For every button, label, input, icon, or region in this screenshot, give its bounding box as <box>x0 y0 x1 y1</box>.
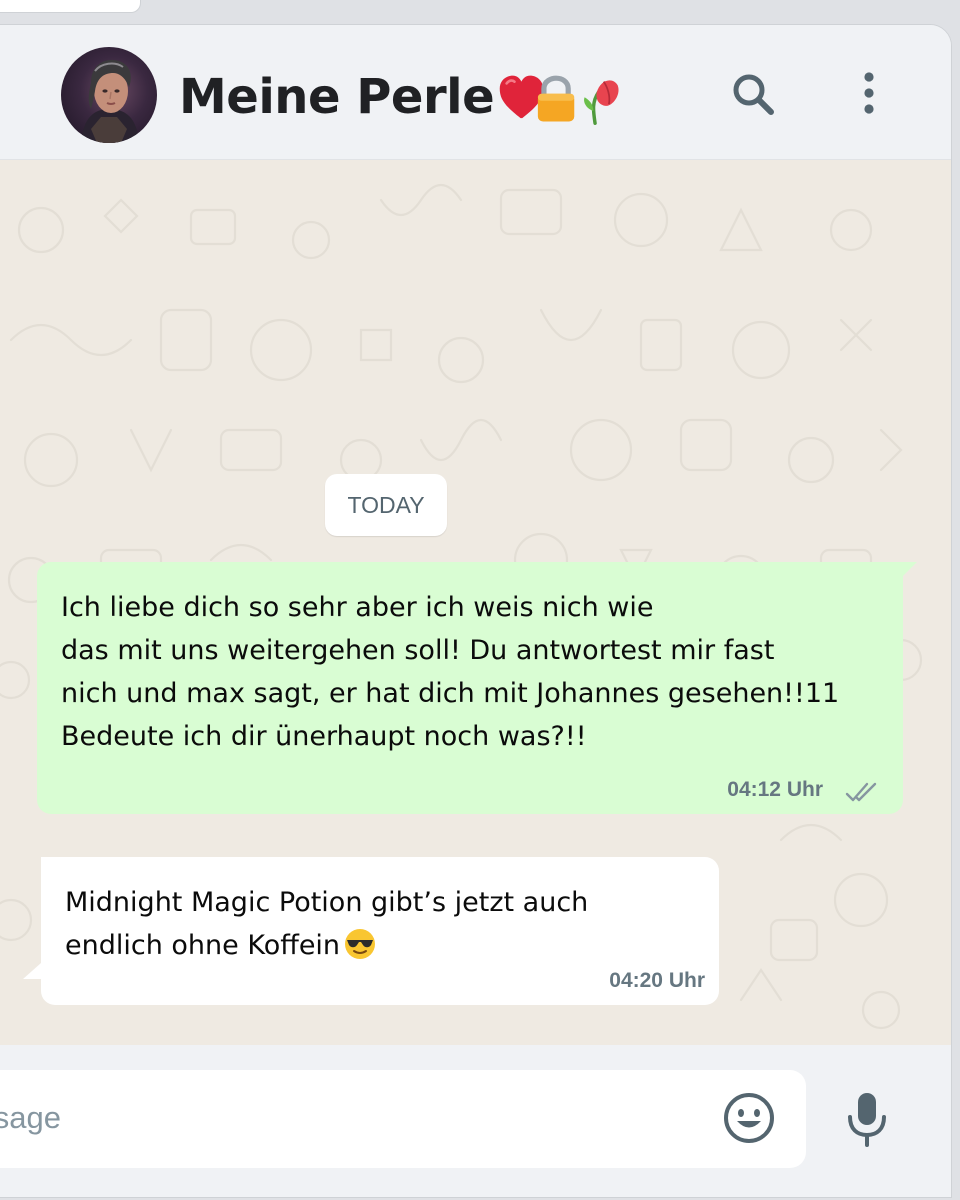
name-emojis <box>499 75 619 125</box>
browser-tab-edge <box>0 0 141 13</box>
outgoing-message[interactable]: Ich liebe dich so sehr aber ich weis nic… <box>37 562 917 814</box>
locked-padlock-icon <box>537 75 575 122</box>
message-line: das mit uns weitergehen soll! Du antwort… <box>61 635 775 666</box>
message-line: Bedeute ich dir ünerhaupt noch was?!! <box>61 721 587 752</box>
emoji-icon[interactable] <box>721 1090 777 1146</box>
message-time: 04:20 Uhr <box>609 969 705 992</box>
message-line: Midnight Magic Potion gibt’s jetzt auch <box>65 887 589 918</box>
date-separator: TODAY <box>325 474 447 536</box>
double-check-icon <box>845 782 877 802</box>
chat-window: Meine Perle TODAY Ich liebe dich so sehr… <box>0 24 952 1198</box>
smiling-face-with-sunglasses-icon <box>345 929 376 959</box>
microphone-icon[interactable] <box>843 1089 891 1149</box>
incoming-message[interactable]: Midnight Magic Potion gibt’s jetzt auch … <box>23 857 719 1005</box>
contact-name[interactable]: Meine Perle <box>179 65 495 129</box>
message-line: Ich liebe dich so sehr aber ich weis nic… <box>61 592 654 623</box>
chat-header: Meine Perle <box>0 25 951 160</box>
message-line: nich und max sagt, er hat dich mit Johan… <box>61 678 840 709</box>
message-time: 04:12 Uhr <box>727 778 823 801</box>
message-line: endlich ohne Koffein <box>65 930 341 961</box>
bubble-tail <box>901 562 917 578</box>
more-options-icon[interactable] <box>841 67 897 123</box>
bubble-tail <box>23 963 41 979</box>
message-input[interactable]: essage <box>0 1070 806 1168</box>
composer-bar: essage <box>0 1045 951 1197</box>
red-heart-icon <box>499 75 544 119</box>
wilted-flower-icon <box>584 80 619 125</box>
message-text: Ich liebe dich so sehr aber ich weis nic… <box>61 586 839 758</box>
message-placeholder: essage <box>0 1100 61 1135</box>
contact-avatar[interactable] <box>61 47 157 143</box>
search-icon[interactable] <box>726 67 782 123</box>
chat-area[interactable]: TODAY Ich liebe dich so sehr aber ich we… <box>0 160 951 1045</box>
message-text: Midnight Magic Potion gibt’s jetzt auch … <box>65 881 588 967</box>
